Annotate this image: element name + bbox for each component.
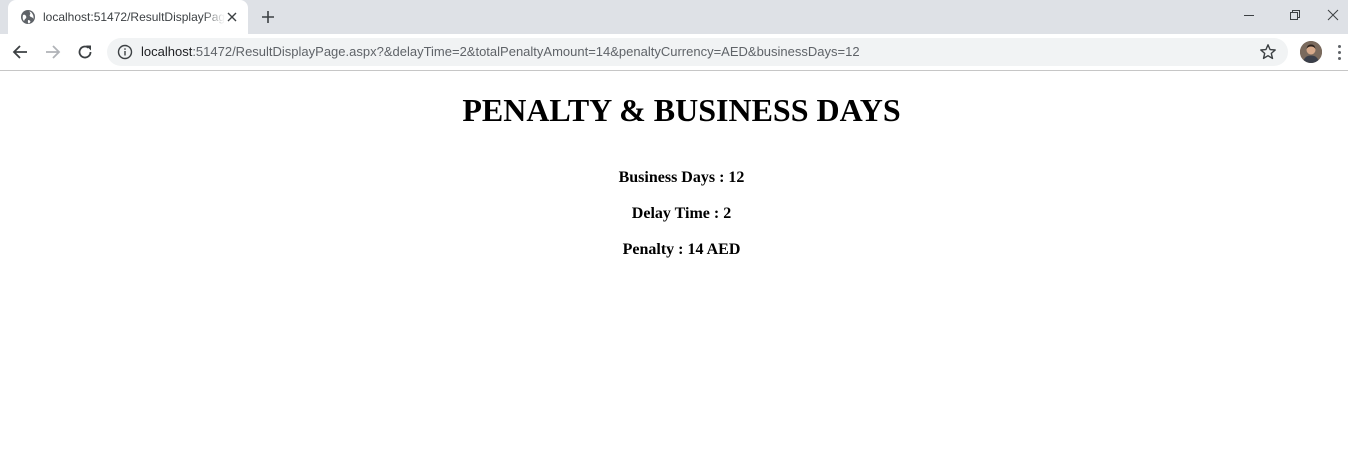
browser-menu-button[interactable] [1333, 40, 1345, 64]
page-title: PENALTY & BUSINESS DAYS [462, 92, 901, 128]
bookmark-star-icon[interactable] [1259, 43, 1277, 61]
delay-time-result: Delay Time : 2 [631, 205, 732, 222]
browser-toolbar: localhost:51472/ResultDisplayPage.aspx?&… [0, 34, 1348, 70]
close-icon [1327, 9, 1339, 21]
tab-title: localhost:51472/ResultDisplayPage.aspx?&… [43, 10, 225, 24]
page-content: PENALTY & BUSINESS DAYS Business Days : … [0, 71, 1348, 450]
reload-icon [78, 45, 92, 59]
globe-icon [20, 9, 36, 25]
profile-avatar[interactable] [1300, 41, 1322, 63]
penalty-result: Penalty : 14 AED [622, 241, 741, 258]
info-icon[interactable] [117, 44, 133, 60]
restore-button[interactable] [1272, 0, 1318, 30]
minimize-button[interactable] [1226, 0, 1272, 30]
url-text[interactable]: localhost:51472/ResultDisplayPage.aspx?&… [141, 44, 860, 60]
back-button[interactable] [6, 38, 34, 66]
reload-button[interactable] [71, 38, 99, 66]
new-tab-button[interactable] [256, 5, 280, 29]
menu-dot [1337, 56, 1341, 60]
business-days-result: Business Days : 12 [618, 169, 745, 186]
restore-icon [1290, 10, 1300, 20]
browser-tab[interactable]: localhost:51472/ResultDisplayPage.aspx?&… [8, 0, 248, 34]
plus-icon [262, 11, 274, 23]
tab-strip: localhost:51472/ResultDisplayPage.aspx?&… [0, 0, 1348, 34]
close-tab-icon[interactable] [224, 9, 240, 25]
minimize-icon [1244, 15, 1254, 16]
url-path: :51472/ResultDisplayPage.aspx?&delayTime… [192, 44, 860, 59]
address-bar[interactable]: localhost:51472/ResultDisplayPage.aspx?&… [107, 38, 1288, 66]
url-host: localhost [141, 44, 193, 59]
forward-button[interactable] [39, 38, 67, 66]
arrow-right-icon [46, 45, 61, 59]
menu-dot [1337, 50, 1341, 54]
menu-dot [1337, 44, 1341, 48]
close-window-button[interactable] [1318, 0, 1348, 30]
arrow-left-icon [12, 45, 27, 59]
